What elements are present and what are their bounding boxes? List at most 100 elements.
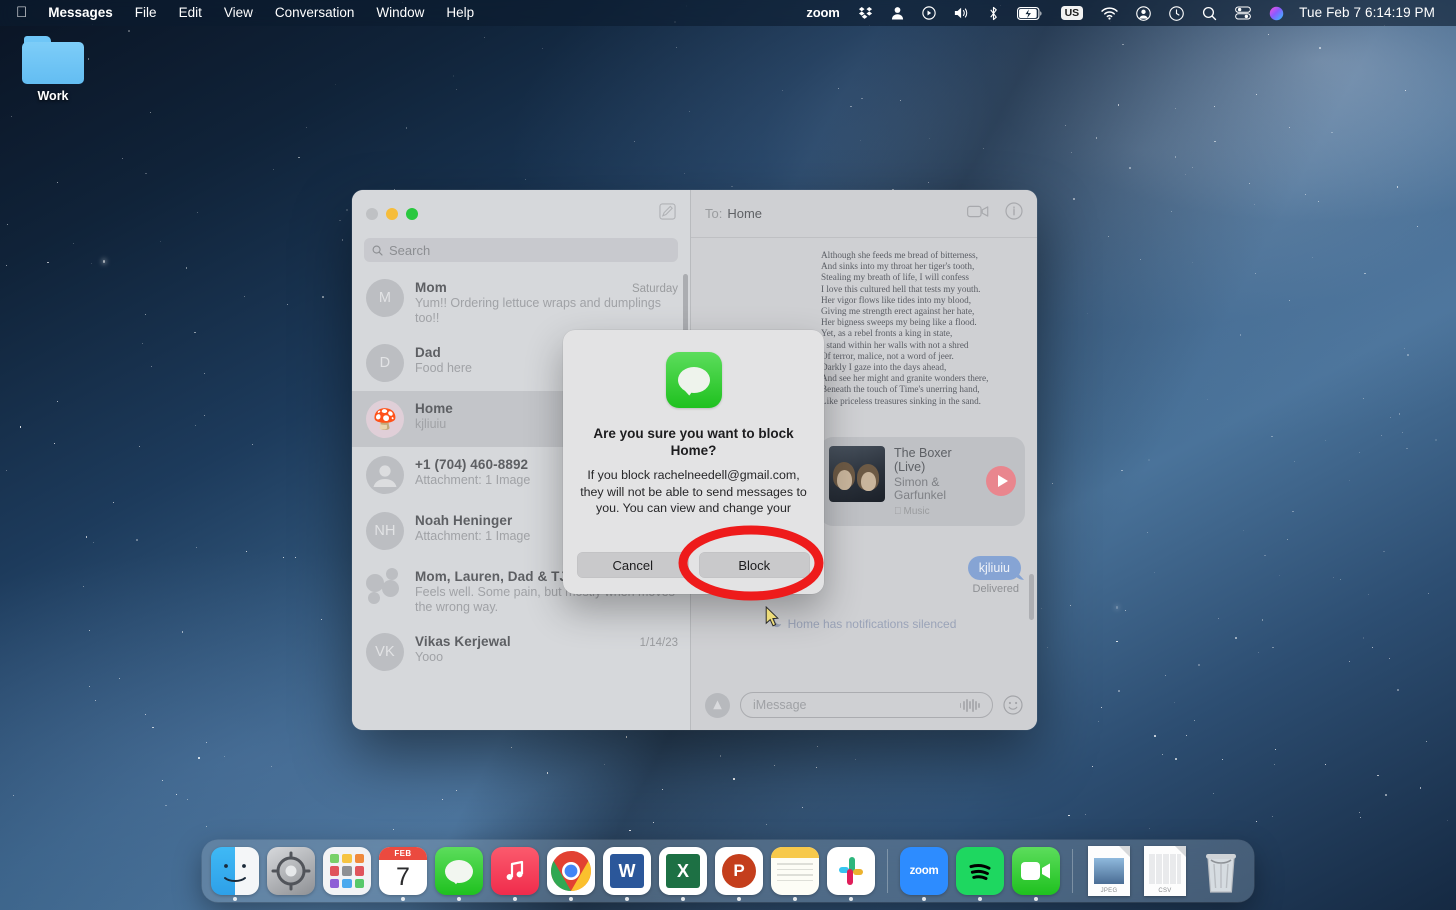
- dock-item-finder[interactable]: [211, 847, 259, 901]
- close-button[interactable]: [366, 208, 378, 220]
- message-compose-bar: iMessage: [691, 680, 1037, 730]
- menu-bar-status-area: zoom US Tue Feb 7 6:14:19 PM: [797, 0, 1456, 26]
- album-artwork: [829, 445, 885, 502]
- user-menu-icon[interactable]: [882, 6, 913, 20]
- playback-menu-icon[interactable]: [913, 6, 945, 20]
- dock[interactable]: FEB 7 W X Pzoom JPEG CSV: [202, 840, 1254, 902]
- desktop-folder-work[interactable]: Work: [18, 36, 88, 103]
- dock-item-facetime[interactable]: [1012, 847, 1060, 901]
- facetime-icon: [1012, 847, 1060, 895]
- dropbox-menu-icon[interactable]: [849, 6, 882, 21]
- conversation-item-vikas-kerjewal[interactable]: VK Vikas Kerjewal 1/14/23 Yooo: [352, 624, 690, 680]
- conversation-preview: Yooo: [415, 650, 444, 664]
- csv-file-icon: CSV: [1141, 846, 1189, 896]
- dock-item-csv-file[interactable]: CSV: [1141, 846, 1189, 896]
- menu-bar[interactable]:  Messages File Edit View Conversation W…: [0, 0, 1456, 26]
- dock-item-trash[interactable]: [1197, 847, 1245, 895]
- message-input-placeholder: iMessage: [753, 698, 807, 712]
- avatar-initials: VK: [366, 633, 404, 671]
- keyboard-input-icon[interactable]: US: [1052, 6, 1093, 20]
- calendar-icon: FEB 7: [379, 847, 427, 895]
- control-center-icon[interactable]: [1226, 6, 1260, 20]
- dock-item-spotify[interactable]: [956, 847, 1004, 901]
- sent-message-bubble[interactable]: kjliuiu: [967, 555, 1021, 580]
- dock-item-zoom[interactable]: zoom: [900, 847, 948, 901]
- menu-item-file[interactable]: File: [124, 0, 168, 26]
- bluetooth-menu-icon[interactable]: [979, 6, 1008, 21]
- spotlight-search-icon[interactable]: [1193, 6, 1226, 21]
- search-input[interactable]: Search: [364, 238, 678, 262]
- app-store-icon[interactable]: [705, 692, 730, 718]
- zoom-menu-icon[interactable]: zoom: [797, 0, 848, 26]
- dock-item-jpeg-file[interactable]: JPEG: [1085, 846, 1133, 896]
- menu-item-messages[interactable]: Messages: [37, 0, 124, 26]
- siri-icon[interactable]: [1260, 6, 1293, 21]
- desktop[interactable]: Work  Messages File Edit View Conversat…: [0, 0, 1456, 910]
- dock-item-system-preferences[interactable]: [267, 847, 315, 895]
- running-indicator: [625, 897, 629, 901]
- conversation-details-icon[interactable]: [1005, 202, 1023, 225]
- poem-line: And see her might and granite wonders th…: [821, 373, 989, 384]
- dock-item-slack[interactable]: [827, 847, 875, 901]
- trash-icon: [1197, 847, 1245, 895]
- running-indicator: [569, 897, 573, 901]
- running-indicator: [1034, 897, 1038, 901]
- block-confirmation-dialog[interactable]: Are you sure you want to block Home? If …: [563, 330, 824, 594]
- facetime-video-icon[interactable]: [967, 204, 989, 224]
- dialog-message: If you block rachelneedell@gmail.com, th…: [580, 468, 807, 519]
- block-button[interactable]: Block: [698, 552, 810, 578]
- dock-item-messages[interactable]: [435, 847, 483, 901]
- audio-waveform-icon[interactable]: [959, 698, 980, 712]
- dock-item-launchpad[interactable]: [323, 847, 371, 895]
- notice-text: Home has notifications silenced: [787, 616, 957, 631]
- menu-bar-clock[interactable]: Tue Feb 7 6:14:19 PM: [1293, 0, 1444, 26]
- menu-item-view[interactable]: View: [213, 0, 264, 26]
- jpeg-file-icon: JPEG: [1085, 846, 1133, 896]
- compose-message-icon[interactable]: [659, 203, 676, 225]
- poem-line: Yet, as a rebel fronts a king in state,: [821, 328, 953, 339]
- zoom-window-button[interactable]: [406, 208, 418, 220]
- emoji-picker-icon[interactable]: [1003, 695, 1023, 715]
- cancel-button[interactable]: Cancel: [577, 552, 689, 578]
- conversation-header: Vikas Kerjewal 1/14/23: [415, 634, 678, 649]
- dock-item-chrome[interactable]: [547, 847, 595, 901]
- apple-logo-icon[interactable]: : [12, 0, 37, 26]
- dock-item-notes[interactable]: [771, 847, 819, 901]
- minimize-button[interactable]: [386, 208, 398, 220]
- conversation-name: +1 (704) 460-8892: [415, 457, 529, 472]
- running-indicator: [513, 897, 517, 901]
- avatar-emoji: 🍄: [366, 400, 404, 438]
- battery-charging-icon[interactable]: [1008, 6, 1052, 20]
- menu-item-edit[interactable]: Edit: [168, 0, 213, 26]
- thread-actions: [967, 202, 1023, 225]
- music-title: The Boxer (Live): [894, 445, 952, 474]
- message-input[interactable]: iMessage: [740, 692, 993, 718]
- dock-item-music[interactable]: [491, 847, 539, 901]
- time-machine-icon[interactable]: [1160, 5, 1193, 21]
- search-placeholder: Search: [389, 242, 431, 258]
- volume-menu-icon[interactable]: [945, 6, 979, 20]
- thread-scrollbar[interactable]: [1029, 574, 1034, 620]
- conversation-name: Home: [415, 401, 453, 416]
- conversation-item-mom[interactable]: M Mom Saturday Yum!! Ordering lettuce wraps…: [352, 270, 690, 335]
- menu-item-help[interactable]: Help: [435, 0, 485, 26]
- notifications-silenced-notice: Home has notifications silenced: [703, 617, 1025, 631]
- thread-recipient[interactable]: Home: [727, 206, 762, 221]
- music-share-card[interactable]: The Boxer (Live) Simon & Garfunkel  Mus…: [820, 436, 1025, 526]
- zoom-icon: zoom: [900, 847, 948, 895]
- music-metadata: The Boxer (Live) Simon & Garfunkel  Mus…: [894, 446, 977, 517]
- running-indicator: [457, 897, 461, 901]
- play-button-icon[interactable]: [986, 466, 1016, 497]
- wifi-icon[interactable]: [1092, 6, 1127, 20]
- dock-item-word[interactable]: W: [603, 847, 651, 901]
- running-indicator: [849, 897, 853, 901]
- account-icon[interactable]: [1127, 5, 1160, 21]
- menu-item-window[interactable]: Window: [365, 0, 435, 26]
- dock-item-excel[interactable]: X: [659, 847, 707, 901]
- menu-item-conversation[interactable]: Conversation: [264, 0, 366, 26]
- music-icon: [491, 847, 539, 895]
- poem-line: And sinks into my throat her tiger's too…: [821, 261, 975, 272]
- running-indicator: [233, 897, 237, 901]
- dock-item-powerpoint[interactable]: P: [715, 847, 763, 901]
- dock-item-calendar[interactable]: FEB 7: [379, 847, 427, 901]
